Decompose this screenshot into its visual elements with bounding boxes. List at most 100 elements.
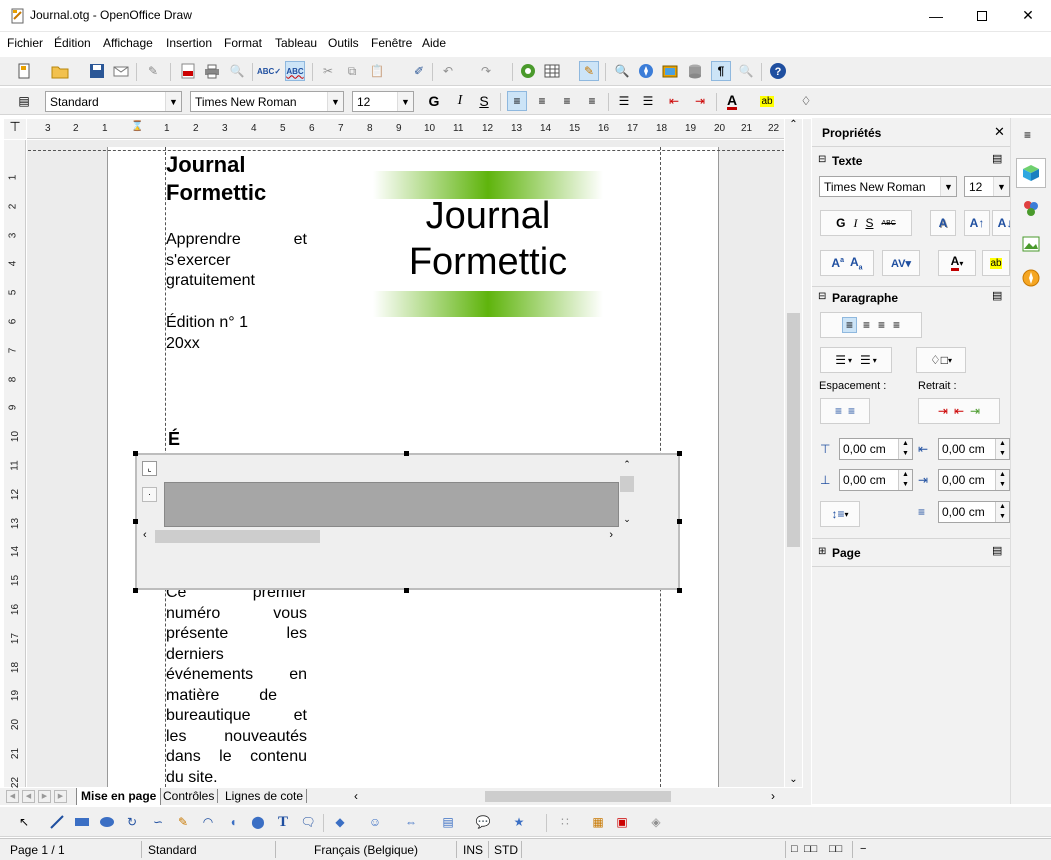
find-replace-button[interactable]: 🔍 [612, 61, 632, 81]
drawing-canvas[interactable]: Journal Formettic Apprendre et s'exercer … [27, 140, 784, 787]
extrusion-button[interactable] [518, 61, 538, 81]
chevron-down-icon[interactable]: ▼ [993, 177, 1009, 196]
collapse-icon[interactable]: ⊟ [818, 154, 826, 165]
symbol-shapes-tool[interactable]: ☺ [365, 812, 385, 832]
new-document-button[interactable] [14, 61, 34, 81]
selection-handle[interactable] [133, 519, 138, 524]
data-sources-button[interactable] [685, 61, 705, 81]
chevron-down-icon[interactable]: ▼ [165, 92, 181, 111]
fontwork-tool[interactable]: ▦ [588, 812, 608, 832]
navigator-button[interactable] [636, 61, 656, 81]
increase-indent-icon[interactable]: ⇥ [938, 404, 948, 418]
menu-fenetre[interactable]: Fenêtre [371, 36, 412, 50]
tab-left-icon[interactable]: ⌞ [142, 461, 157, 476]
article-body[interactable]: Ce premier numéro vous présente les dernier… [166, 583, 307, 787]
underline-button[interactable]: S [474, 91, 494, 111]
grow-font-button[interactable]: A↑ [964, 210, 990, 236]
freeform-tool[interactable]: ✎ [173, 812, 193, 832]
paragraph-background-button[interactable]: ♢□ ▾ [916, 347, 966, 373]
paragraph-section-title[interactable]: Paragraphe [832, 291, 898, 305]
spinner-arrows-icon[interactable]: ▲ ▼ [995, 439, 1009, 459]
tab-controles[interactable]: Contrôles [160, 789, 219, 803]
language-indicator[interactable]: Français (Belgique) [314, 843, 418, 857]
basic-shapes-tool[interactable]: ◆ [330, 812, 350, 832]
decrease-indent-button[interactable]: ⇤ [664, 91, 684, 111]
align-right-button[interactable]: ≡ [557, 91, 577, 111]
stars-tool[interactable]: ★ [509, 812, 529, 832]
prev-page-icon[interactable]: ◀ [22, 790, 35, 803]
selection-handle[interactable] [677, 451, 682, 456]
callout-tool[interactable]: 🗨 [298, 812, 318, 832]
select-tool[interactable]: ↖ [14, 812, 34, 832]
text-edit-frame[interactable]: ⌞ · ⌃ ⌄ ‹ › [135, 453, 680, 590]
bullets-button[interactable]: ☰ [638, 91, 658, 111]
spinner-arrows-icon[interactable]: ▲ ▼ [898, 439, 912, 459]
selection-handle[interactable] [677, 519, 682, 524]
numbered-list-icon[interactable]: ☰ [860, 353, 871, 367]
ellipse-tool[interactable] [97, 812, 117, 832]
scroll-down-icon[interactable]: ⌄ [619, 514, 635, 525]
scroll-left-icon[interactable]: ‹ [143, 529, 147, 541]
align-left-button[interactable]: ≡ [507, 91, 527, 111]
insert-mode-indicator[interactable]: INS [463, 843, 483, 857]
indent-before-field[interactable]: 0,00 cm ▲ ▼ [938, 438, 1010, 460]
tab-mise-en-page[interactable]: Mise en page [76, 788, 162, 805]
block-arrows-tool[interactable]: ⇔ [401, 812, 421, 832]
chevron-down-icon[interactable]: ▼ [397, 92, 413, 111]
from-file-tool[interactable]: ▣ [612, 812, 632, 832]
font-color-button[interactable]: A [722, 91, 742, 111]
menu-outils[interactable]: Outils [328, 36, 359, 50]
scroll-thumb[interactable] [485, 791, 671, 802]
sidebar-menu-icon[interactable]: ≡ [1024, 128, 1031, 142]
bold-icon[interactable]: G [836, 216, 845, 230]
numbering-button[interactable]: ☰ [614, 91, 634, 111]
properties-tab[interactable] [1016, 158, 1046, 188]
menu-insertion[interactable]: Insertion [166, 36, 212, 50]
increase-indent-button[interactable]: ⇥ [690, 91, 710, 111]
selection-mode-indicator[interactable]: STD [494, 843, 518, 857]
minimize-button[interactable]: — [913, 0, 959, 31]
scroll-right-icon[interactable]: › [609, 529, 613, 541]
curve-tool[interactable]: ∽ [148, 812, 168, 832]
show-draw-functions-button[interactable]: ✎ [579, 61, 599, 81]
scroll-right-icon[interactable]: › [771, 789, 775, 803]
menu-format[interactable]: Format [224, 36, 262, 50]
close-button[interactable]: ✕ [1005, 0, 1051, 31]
italic-icon[interactable]: I [853, 216, 857, 231]
close-sidebar-icon[interactable]: ✕ [994, 124, 1005, 140]
zoom-button[interactable]: 🔍 [736, 61, 756, 81]
menu-tableau[interactable]: Tableau [275, 36, 317, 50]
spacing-below-field[interactable]: 0,00 cm ▲ ▼ [839, 469, 913, 491]
open-button[interactable] [50, 61, 70, 81]
align-right-icon[interactable]: ≡ [878, 318, 885, 332]
strikethrough-icon[interactable]: ABC [881, 220, 895, 227]
paragraph-style-combo[interactable]: Standard ▼ [45, 91, 182, 112]
bullet-list-icon[interactable]: ☰ [835, 353, 846, 367]
expand-icon[interactable]: ⊞ [818, 546, 826, 557]
flowchart-tool[interactable]: ▤ [438, 812, 458, 832]
print-button[interactable] [202, 61, 222, 81]
zoom-out-icon[interactable]: − [860, 843, 866, 855]
tab-stop-selector[interactable]: ⊤ [4, 119, 26, 139]
spacing-above-field[interactable]: 0,00 cm ▲ ▼ [839, 438, 913, 460]
character-spacing-button[interactable]: AV▾ [882, 250, 920, 276]
scroll-down-icon[interactable]: ⌄ [785, 774, 802, 785]
next-page-icon[interactable]: ▶ [38, 790, 51, 803]
subscript-icon[interactable]: Aa [850, 255, 863, 271]
banner-title[interactable]: Journal Formettic [373, 193, 603, 285]
increase-spacing-icon[interactable]: ≡ [835, 404, 842, 418]
underline-icon[interactable]: S [865, 216, 873, 230]
clone-formatting-button[interactable]: ✐ [409, 61, 429, 81]
selection-handle[interactable] [133, 588, 138, 593]
extrusion-toggle-tool[interactable]: ◈ [646, 812, 666, 832]
single-page-view-icon[interactable]: □ [791, 843, 798, 855]
spellcheck-button[interactable]: ABC✓ [257, 61, 281, 81]
text-tool[interactable]: T [273, 812, 293, 832]
font-size-combo[interactable]: 12 ▼ [352, 91, 414, 112]
menu-affichage[interactable]: Affichage [103, 36, 153, 50]
multi-page-view-icon[interactable]: □□ [804, 843, 817, 855]
superscript-icon[interactable]: Aa [831, 256, 844, 270]
line-spacing-button[interactable]: ↕≡ ▾ [820, 501, 860, 527]
save-button[interactable] [87, 61, 107, 81]
styles-button[interactable]: ▤ [14, 91, 34, 111]
